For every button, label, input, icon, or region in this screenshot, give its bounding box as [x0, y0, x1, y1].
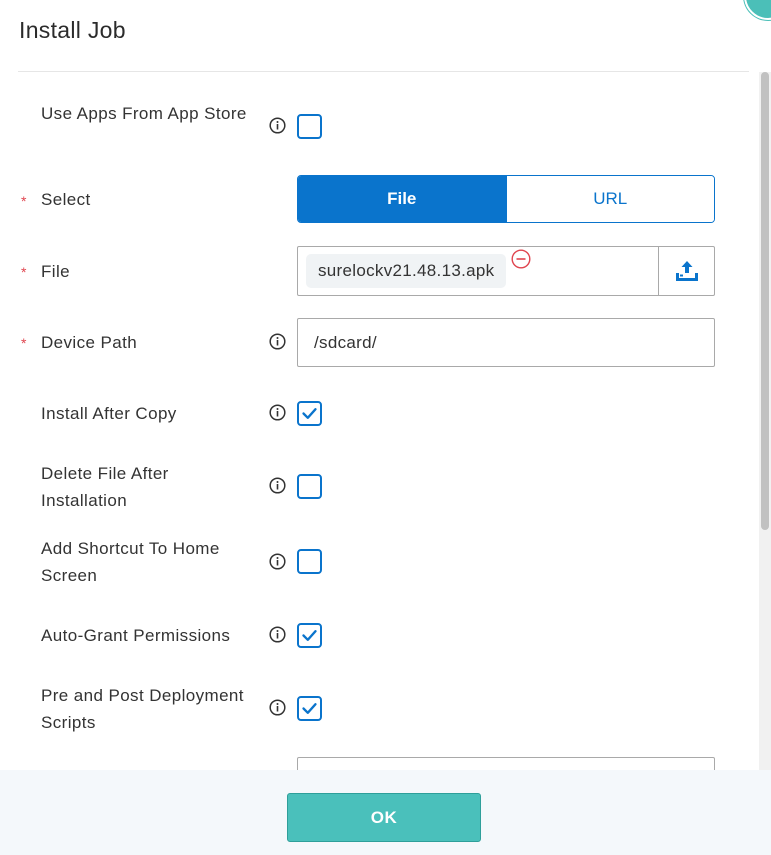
install-after-copy-label: Install After Copy: [41, 404, 177, 423]
auto-grant-checkbox[interactable]: [297, 623, 322, 648]
checkmark-icon: [302, 703, 317, 714]
checkmark-icon: [302, 630, 317, 641]
delete-after-install-checkbox[interactable]: [297, 474, 322, 499]
required-marker: *: [21, 264, 27, 280]
use-app-store-checkbox[interactable]: [297, 114, 322, 139]
checkmark-icon: [302, 408, 317, 419]
info-icon[interactable]: [269, 553, 286, 570]
required-marker: *: [21, 335, 27, 351]
upload-icon: [675, 261, 698, 281]
use-app-store-label: Use Apps From App Store: [41, 104, 247, 123]
select-label: Select: [41, 190, 91, 209]
scrollbar-thumb[interactable]: [761, 72, 769, 530]
ok-button[interactable]: OK: [287, 793, 481, 842]
delete-after-install-label: Delete File After Installation: [41, 464, 169, 510]
dialog-title: Install Job: [19, 17, 126, 43]
device-path-input[interactable]: [297, 318, 715, 367]
add-shortcut-label: Add Shortcut To Home Screen: [41, 539, 220, 585]
file-label: File: [41, 262, 70, 281]
file-chip: surelockv21.48.13.apk: [306, 254, 507, 288]
info-icon[interactable]: [269, 333, 286, 350]
title-divider: [18, 71, 749, 72]
upload-button[interactable]: [658, 247, 714, 295]
source-selector: File URL: [297, 175, 715, 223]
info-icon[interactable]: [269, 699, 286, 716]
corner-close-badge[interactable]: [744, 0, 771, 20]
deploy-scripts-checkbox[interactable]: [297, 696, 322, 721]
minus-circle-icon[interactable]: [511, 249, 531, 269]
select-file-button[interactable]: File: [298, 176, 506, 222]
info-icon[interactable]: [269, 477, 286, 494]
add-shortcut-checkbox[interactable]: [297, 549, 322, 574]
device-path-label: Device Path: [41, 333, 138, 352]
info-icon[interactable]: [269, 404, 286, 421]
info-icon[interactable]: [269, 117, 286, 134]
required-marker: *: [21, 193, 27, 209]
deploy-scripts-label: Pre and Post Deployment Scripts: [41, 686, 244, 732]
info-icon[interactable]: [269, 626, 286, 643]
install-after-copy-checkbox[interactable]: [297, 401, 322, 426]
install-job-dialog: Install Job Use Apps From App Store * Se…: [0, 0, 771, 855]
file-field: surelockv21.48.13.apk: [297, 246, 715, 296]
auto-grant-label: Auto-Grant Permissions: [41, 626, 231, 645]
select-url-button[interactable]: URL: [505, 176, 714, 222]
